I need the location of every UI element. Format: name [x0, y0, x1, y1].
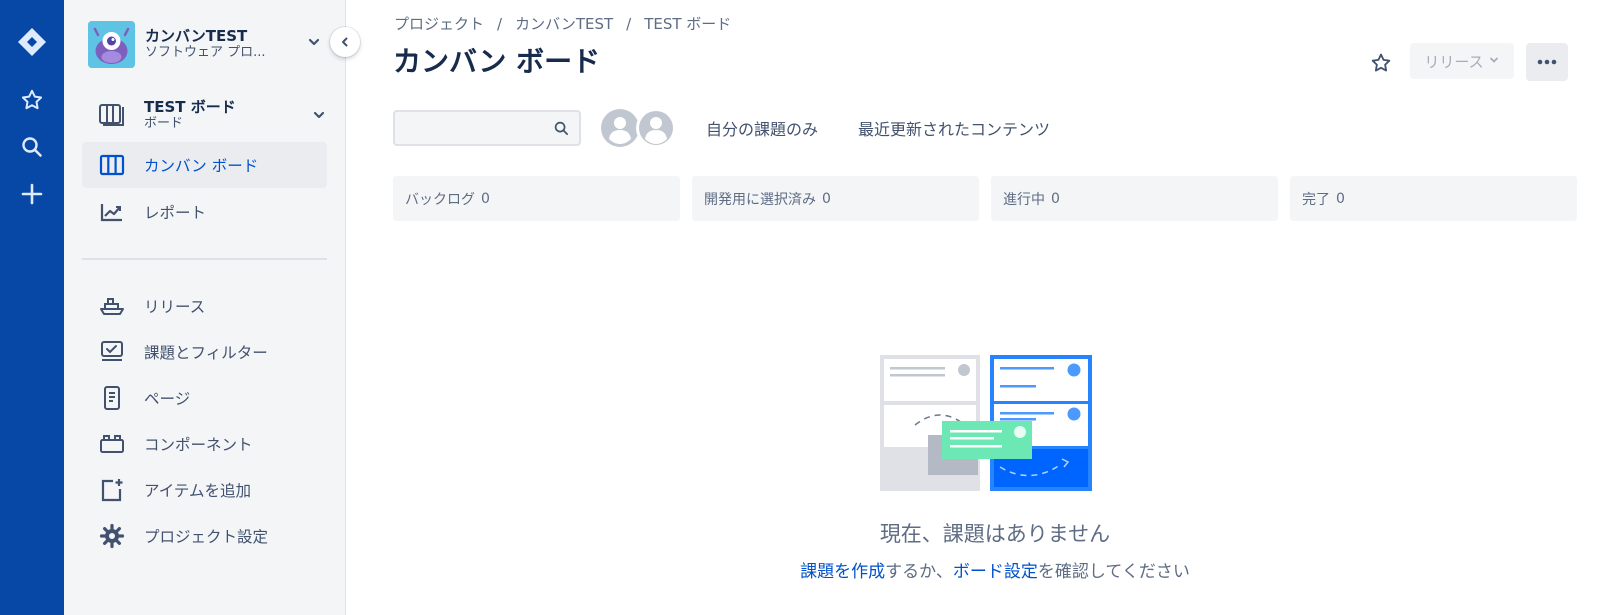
column-count: 0: [822, 190, 831, 207]
breadcrumb-separator: /: [626, 14, 632, 33]
more-icon: [1537, 59, 1557, 65]
project-name: カンバンTEST: [145, 27, 248, 45]
board-search: [393, 110, 581, 146]
component-icon: [96, 433, 128, 455]
chevron-left-icon: [342, 37, 348, 47]
search-icon[interactable]: [0, 127, 64, 167]
sidebar-item-label: ページ: [144, 390, 191, 408]
release-button[interactable]: リリース: [1410, 43, 1514, 79]
empty-state-title: 現在、課題はありません: [879, 522, 1111, 546]
sidebar-item-label: 課題とフィルター: [144, 344, 268, 362]
sidebar-item-label: カンバン ボード: [144, 157, 259, 175]
breadcrumb-board[interactable]: TEST ボード: [644, 13, 731, 34]
user-icon: [601, 109, 639, 147]
search-input[interactable]: [395, 112, 545, 144]
project-switcher[interactable]: カンバンTEST ソフトウェア プロ...: [88, 20, 322, 68]
project-type: ソフトウェア プロ...: [145, 45, 266, 60]
add-item-icon: [96, 478, 128, 502]
collapse-sidebar-button[interactable]: [330, 27, 360, 57]
jira-logo-icon[interactable]: [0, 22, 64, 62]
empty-board-illustration: [880, 355, 1092, 491]
column-count: 0: [481, 190, 490, 207]
empty-state-text: するか、: [885, 562, 953, 582]
chart-icon: [96, 201, 128, 223]
sidebar-item-releases[interactable]: リリース: [82, 283, 327, 329]
page-title: カンバン ボード: [393, 45, 601, 78]
ship-icon: [96, 295, 128, 317]
sidebar-divider: [82, 258, 327, 260]
breadcrumb-separator: /: [497, 14, 503, 33]
issues-icon: [96, 340, 128, 364]
board-icon: [96, 154, 128, 176]
board-icon: [96, 103, 128, 127]
quick-filter-my-issues[interactable]: 自分の課題のみ: [706, 116, 818, 140]
page-icon: [96, 386, 128, 410]
avatar[interactable]: [600, 108, 640, 148]
avatar[interactable]: [636, 108, 676, 148]
project-avatar: [88, 20, 135, 68]
sidebar-item-label: リリース: [144, 298, 206, 316]
board-name: TEST ボード: [144, 98, 236, 116]
column-name: バックログ: [405, 191, 475, 208]
quick-filter-recently-updated[interactable]: 最近更新されたコンテンツ: [858, 116, 1050, 140]
star-icon: [1371, 53, 1391, 72]
breadcrumb-project[interactable]: カンバンTEST: [515, 13, 613, 34]
user-icon: [637, 109, 675, 147]
sidebar-item-kanban-board[interactable]: カンバン ボード: [82, 142, 327, 188]
column-name: 進行中: [1003, 191, 1045, 208]
column-name: 開発用に選択済み: [704, 191, 816, 208]
column-header: 完了 0: [1290, 176, 1577, 221]
chevron-down-icon: [306, 34, 322, 54]
breadcrumb: プロジェクト / カンバンTEST / TEST ボード: [394, 13, 731, 34]
chevron-down-icon: [1488, 52, 1500, 70]
board-switcher[interactable]: TEST ボード ボード: [82, 92, 327, 138]
sidebar-item-issues-filters[interactable]: 課題とフィルター: [82, 329, 327, 375]
sidebar-item-components[interactable]: コンポーネント: [82, 421, 327, 467]
board-subtitle: ボード: [144, 116, 184, 131]
star-board-button[interactable]: [1366, 48, 1396, 78]
sidebar-item-label: アイテムを追加: [144, 482, 251, 500]
column-name: 完了: [1302, 191, 1330, 208]
empty-state-text: を確認してください: [1037, 562, 1190, 582]
more-actions-button[interactable]: [1526, 43, 1568, 81]
create-issue-link[interactable]: 課題を作成: [800, 562, 885, 582]
column-count: 0: [1051, 190, 1060, 207]
board-settings-link[interactable]: ボード設定: [953, 562, 1038, 582]
plus-icon[interactable]: [0, 174, 64, 214]
sidebar-item-label: コンポーネント: [144, 436, 253, 454]
sidebar-item-add-item[interactable]: アイテムを追加: [82, 467, 327, 513]
column-count: 0: [1336, 190, 1345, 207]
sidebar-item-reports[interactable]: レポート: [82, 189, 327, 235]
column-header: バックログ 0: [393, 176, 680, 221]
column-header: 開発用に選択済み 0: [692, 176, 979, 221]
sidebar-item-label: レポート: [144, 204, 207, 222]
release-label: リリース: [1424, 52, 1484, 71]
search-icon: [554, 121, 569, 140]
sidebar-item-pages[interactable]: ページ: [82, 375, 327, 421]
chevron-down-icon: [311, 107, 327, 127]
star-icon[interactable]: [0, 80, 64, 120]
empty-state-message: 課題を作成するか、ボード設定を確認してください: [0, 557, 1600, 582]
breadcrumb-projects[interactable]: プロジェクト: [394, 13, 484, 34]
column-header: 進行中 0: [991, 176, 1278, 221]
